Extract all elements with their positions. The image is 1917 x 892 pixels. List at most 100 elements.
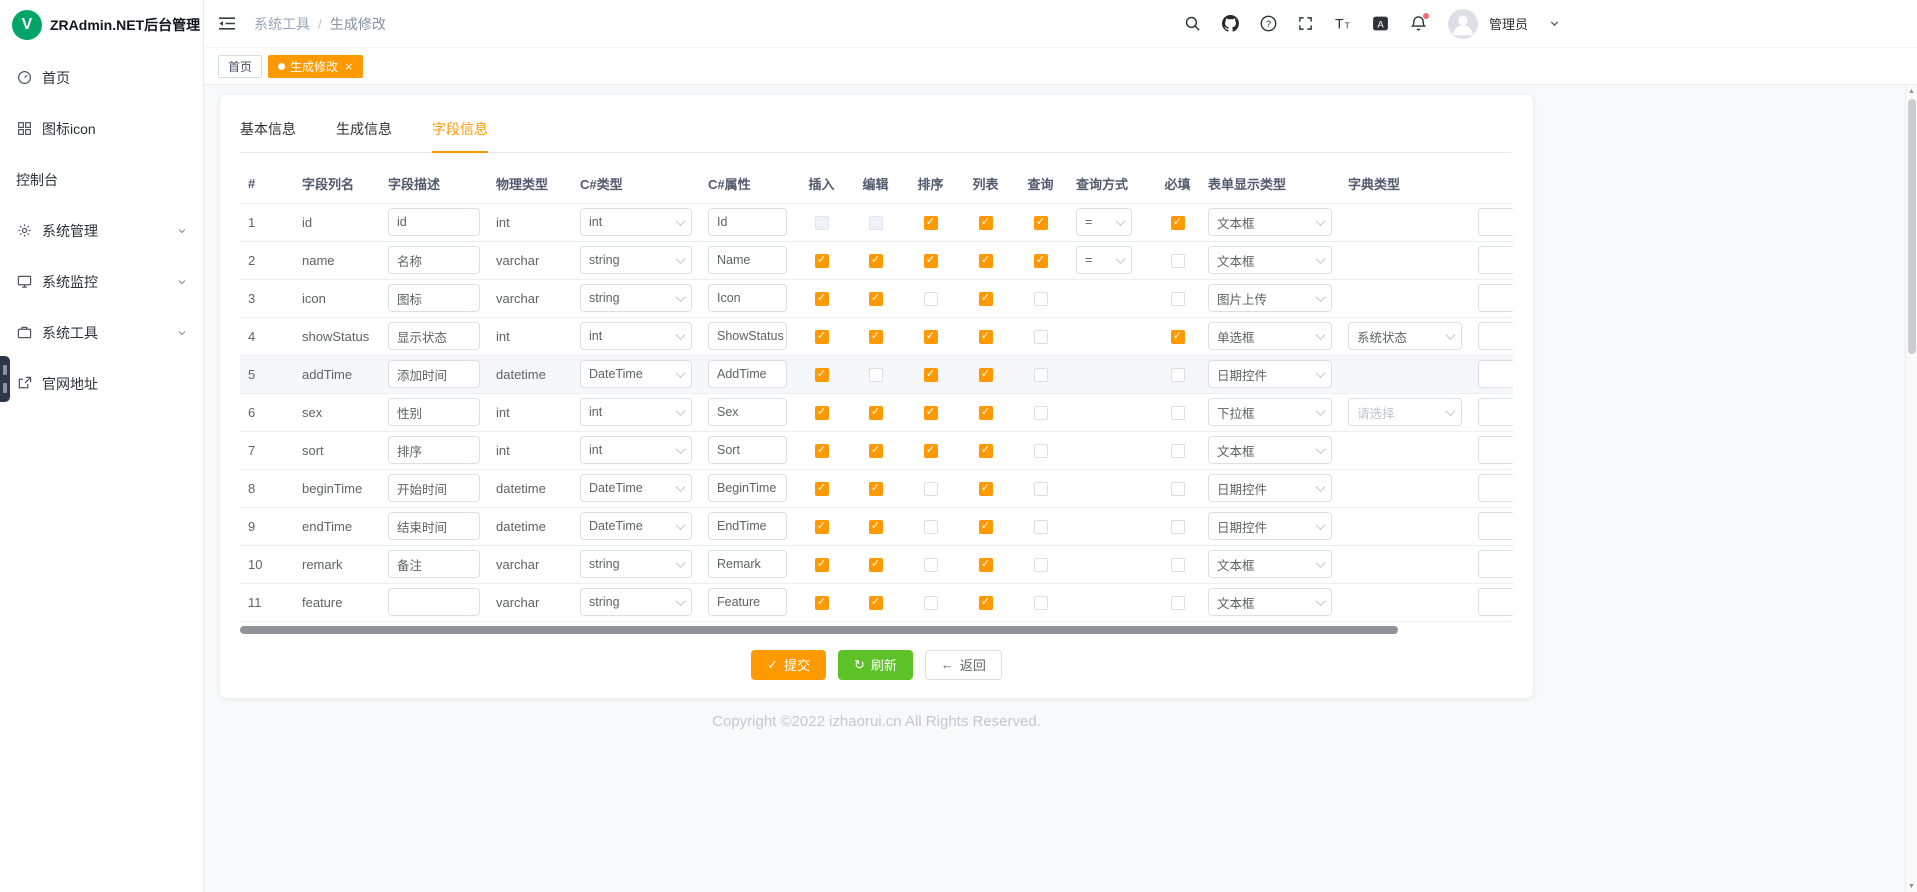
edit-checkbox[interactable]: ✓ bbox=[869, 482, 883, 496]
display-type-select[interactable]: 文本框 bbox=[1208, 208, 1332, 236]
sort-checkbox[interactable] bbox=[924, 520, 938, 534]
github-icon[interactable] bbox=[1222, 15, 1239, 32]
required-checkbox[interactable] bbox=[1171, 292, 1185, 306]
csharp-attr-input[interactable]: Remark bbox=[708, 550, 787, 578]
sidebar-item-system-monitor[interactable]: 系统监控 bbox=[0, 256, 203, 307]
edit-checkbox[interactable]: ✓ bbox=[869, 254, 883, 268]
required-checkbox[interactable] bbox=[1171, 558, 1185, 572]
sort-checkbox[interactable]: ✓ bbox=[924, 406, 938, 420]
display-type-select[interactable]: 文本框 bbox=[1208, 246, 1332, 274]
extra-input[interactable] bbox=[1478, 360, 1513, 388]
insert-checkbox[interactable]: ✓ bbox=[815, 520, 829, 534]
font-size-icon[interactable]: TT bbox=[1334, 15, 1351, 32]
csharp-attr-input[interactable]: Feature bbox=[708, 588, 787, 616]
sort-checkbox[interactable]: ✓ bbox=[924, 330, 938, 344]
query-type-select[interactable]: = bbox=[1076, 246, 1132, 274]
list-checkbox[interactable]: ✓ bbox=[979, 216, 993, 230]
user-name[interactable]: 管理员 bbox=[1489, 14, 1528, 33]
vertical-scrollbar-thumb[interactable] bbox=[1908, 99, 1916, 354]
csharp-type-select[interactable]: string bbox=[580, 284, 692, 312]
list-checkbox[interactable]: ✓ bbox=[979, 558, 993, 572]
insert-checkbox[interactable]: ✓ bbox=[815, 596, 829, 610]
horizontal-scrollbar[interactable] bbox=[240, 626, 1513, 634]
query-type-select[interactable]: = bbox=[1076, 208, 1132, 236]
list-checkbox[interactable]: ✓ bbox=[979, 482, 993, 496]
tab-generate-info[interactable]: 生成信息 bbox=[336, 111, 392, 152]
desc-input[interactable]: 结束时间 bbox=[388, 512, 480, 540]
extra-input[interactable] bbox=[1478, 474, 1513, 502]
sort-checkbox[interactable] bbox=[924, 596, 938, 610]
list-checkbox[interactable]: ✓ bbox=[979, 520, 993, 534]
insert-checkbox[interactable]: ✓ bbox=[815, 330, 829, 344]
list-checkbox[interactable]: ✓ bbox=[979, 330, 993, 344]
required-checkbox[interactable]: ✓ bbox=[1171, 216, 1185, 230]
sort-checkbox[interactable]: ✓ bbox=[924, 444, 938, 458]
sidebar-item-system-management[interactable]: 系统管理 bbox=[0, 205, 203, 256]
sidebar-item-icons[interactable]: 图标icon bbox=[0, 103, 203, 154]
desc-input[interactable] bbox=[388, 588, 480, 616]
required-checkbox[interactable]: ✓ bbox=[1171, 330, 1185, 344]
desc-input[interactable]: 图标 bbox=[388, 284, 480, 312]
csharp-attr-input[interactable]: Icon bbox=[708, 284, 787, 312]
display-type-select[interactable]: 文本框 bbox=[1208, 588, 1332, 616]
extra-input[interactable] bbox=[1478, 588, 1513, 616]
sidebar-item-home[interactable]: 首页 bbox=[0, 52, 203, 103]
extra-input[interactable] bbox=[1478, 322, 1513, 350]
csharp-type-select[interactable]: string bbox=[580, 246, 692, 274]
sidebar-item-console[interactable]: 控制台 bbox=[0, 154, 203, 205]
insert-checkbox[interactable]: ✓ bbox=[815, 406, 829, 420]
display-type-select[interactable]: 日期控件 bbox=[1208, 474, 1332, 502]
desc-input[interactable]: 性别 bbox=[388, 398, 480, 426]
query-checkbox[interactable] bbox=[1034, 444, 1048, 458]
insert-checkbox[interactable]: ✓ bbox=[815, 368, 829, 382]
language-icon[interactable]: A bbox=[1372, 15, 1389, 32]
breadcrumb-section[interactable]: 系统工具 bbox=[254, 14, 310, 34]
submit-button[interactable]: ✓ 提交 bbox=[751, 650, 826, 680]
list-checkbox[interactable]: ✓ bbox=[979, 406, 993, 420]
logo[interactable]: V ZRAdmin.NET后台管理 bbox=[0, 0, 203, 50]
settings-drawer-handle[interactable] bbox=[0, 356, 10, 402]
csharp-attr-input[interactable]: ShowStatus bbox=[708, 322, 787, 350]
list-checkbox[interactable]: ✓ bbox=[979, 368, 993, 382]
sidebar-item-system-tools[interactable]: 系统工具 bbox=[0, 307, 203, 358]
tag-home[interactable]: 首页 bbox=[218, 55, 262, 78]
display-type-select[interactable]: 下拉框 bbox=[1208, 398, 1332, 426]
desc-input[interactable]: 名称 bbox=[388, 246, 480, 274]
csharp-type-select[interactable]: DateTime bbox=[580, 512, 692, 540]
csharp-attr-input[interactable]: EndTime bbox=[708, 512, 787, 540]
dict-type-select[interactable]: 系统状态 bbox=[1348, 322, 1462, 350]
desc-input[interactable]: 显示状态 bbox=[388, 322, 480, 350]
horizontal-scrollbar-thumb[interactable] bbox=[240, 626, 1398, 634]
extra-input[interactable] bbox=[1478, 398, 1513, 426]
csharp-attr-input[interactable]: Name bbox=[708, 246, 787, 274]
desc-input[interactable]: 添加时间 bbox=[388, 360, 480, 388]
insert-checkbox[interactable]: ✓ bbox=[815, 292, 829, 306]
sidebar-item-official-site[interactable]: 官网地址 bbox=[0, 358, 203, 409]
csharp-type-select[interactable]: int bbox=[580, 322, 692, 350]
list-checkbox[interactable]: ✓ bbox=[979, 292, 993, 306]
query-checkbox[interactable]: ✓ bbox=[1034, 254, 1048, 268]
list-checkbox[interactable]: ✓ bbox=[979, 254, 993, 268]
scroll-up-icon[interactable]: ▲ bbox=[1906, 85, 1917, 97]
back-button[interactable]: ← 返回 bbox=[925, 650, 1002, 680]
chevron-down-icon[interactable] bbox=[1549, 18, 1560, 29]
required-checkbox[interactable] bbox=[1171, 444, 1185, 458]
edit-checkbox[interactable]: ✓ bbox=[869, 596, 883, 610]
csharp-type-select[interactable]: int bbox=[580, 208, 692, 236]
display-type-select[interactable]: 图片上传 bbox=[1208, 284, 1332, 312]
required-checkbox[interactable] bbox=[1171, 254, 1185, 268]
list-checkbox[interactable]: ✓ bbox=[979, 596, 993, 610]
fullscreen-icon[interactable] bbox=[1298, 16, 1313, 31]
sort-checkbox[interactable] bbox=[924, 482, 938, 496]
refresh-button[interactable]: ↻ 刷新 bbox=[838, 650, 913, 680]
insert-checkbox[interactable]: ✓ bbox=[815, 444, 829, 458]
csharp-attr-input[interactable]: Sex bbox=[708, 398, 787, 426]
sort-checkbox[interactable] bbox=[924, 558, 938, 572]
query-checkbox[interactable] bbox=[1034, 482, 1048, 496]
insert-checkbox[interactable]: ✓ bbox=[815, 254, 829, 268]
vertical-scrollbar[interactable]: ▲ ▼ bbox=[1905, 85, 1917, 892]
csharp-type-select[interactable]: string bbox=[580, 588, 692, 616]
tab-basic-info[interactable]: 基本信息 bbox=[240, 111, 296, 152]
insert-checkbox[interactable]: ✓ bbox=[815, 558, 829, 572]
csharp-type-select[interactable]: int bbox=[580, 398, 692, 426]
